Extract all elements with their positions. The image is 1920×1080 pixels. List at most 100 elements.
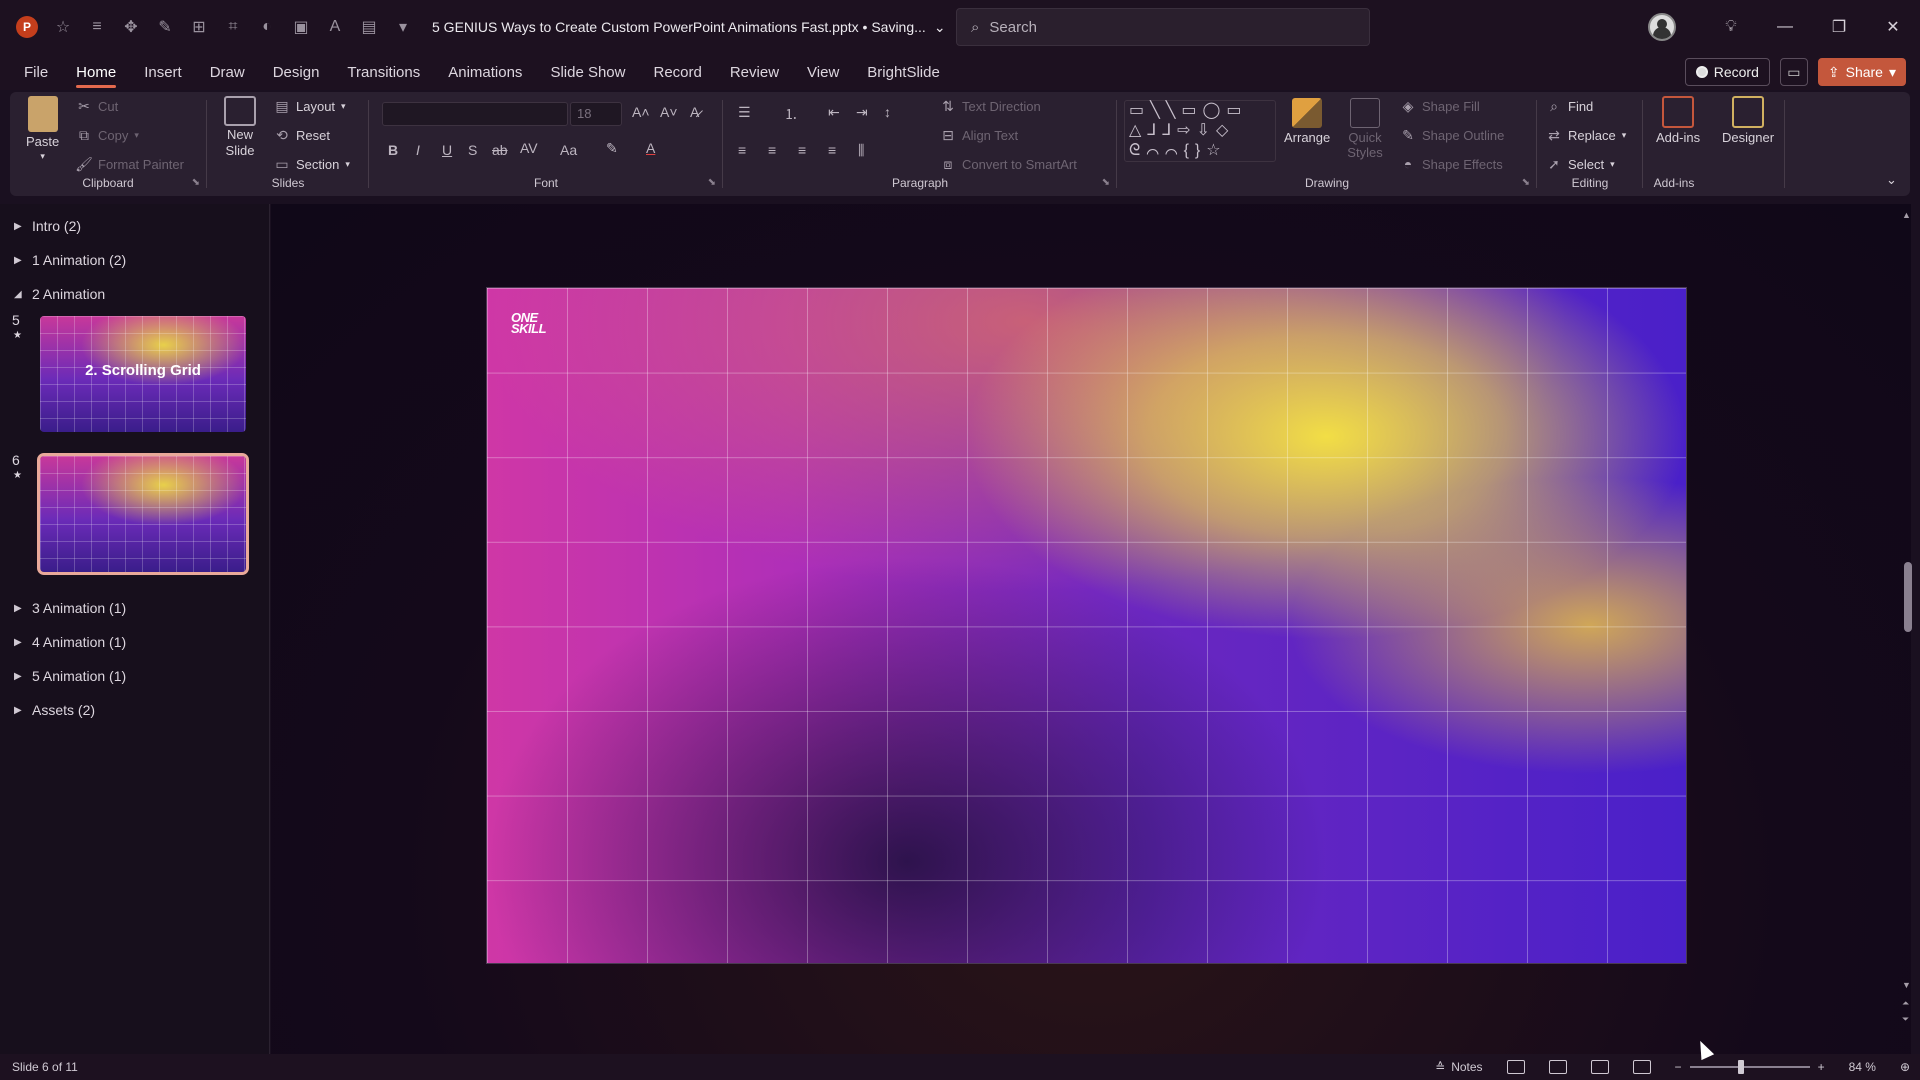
restore-button[interactable]: ❐	[1812, 0, 1866, 54]
scroll-up-icon[interactable]: ▲	[1902, 210, 1911, 220]
shapes-icon[interactable]: ◐	[256, 16, 278, 38]
shapes-gallery[interactable]: ▭╲╲▭◯▭ △⅃⅃⇨⇩◇ ᘓ⌒⌒{}☆	[1124, 100, 1276, 162]
dialog-launcher-icon[interactable]: ⬊	[1522, 177, 1530, 188]
italic-icon[interactable]: I	[416, 142, 420, 158]
section-animation-1[interactable]: ▶ 1 Animation (2)	[14, 252, 126, 268]
copy-button[interactable]: ⧉ Copy ▾	[76, 127, 139, 143]
notes-button[interactable]: ≙ Notes	[1435, 1060, 1482, 1074]
shape-outline-button[interactable]: ✎ Shape Outline	[1400, 127, 1504, 143]
list-icon[interactable]: ≡	[86, 16, 108, 38]
slideshow-icon[interactable]	[1632, 1060, 1651, 1074]
increase-indent-icon[interactable]: ⇥	[856, 104, 868, 121]
close-button[interactable]: ✕	[1866, 0, 1920, 54]
format-painter-button[interactable]: 🖌︎ Format Painter	[75, 156, 184, 172]
layout-button[interactable]: ▤ Layout ▾	[274, 98, 345, 114]
normal-view-icon[interactable]	[1506, 1060, 1525, 1074]
dialog-launcher-icon[interactable]: ⬊	[192, 177, 200, 188]
paste-button[interactable]: Paste ▾	[26, 96, 59, 162]
zoom-slider[interactable]: − +	[1675, 1060, 1825, 1074]
document-title[interactable]: 5 GENIUS Ways to Create Custom PowerPoin…	[432, 19, 946, 36]
cut-button[interactable]: ✂ Cut	[76, 98, 118, 114]
underline-icon[interactable]: U	[442, 142, 452, 158]
replace-button[interactable]: ⇄ Replace ▾	[1546, 127, 1626, 143]
tab-record[interactable]: Record	[639, 54, 715, 90]
tab-insert[interactable]: Insert	[130, 54, 196, 90]
reset-button[interactable]: ⟲ Reset	[274, 127, 330, 143]
zoom-knob[interactable]	[1737, 1060, 1744, 1074]
new-slide-button[interactable]: New Slide	[218, 96, 262, 159]
present-icon[interactable]: ▤	[358, 16, 380, 38]
character-spacing-icon[interactable]: AV	[520, 140, 538, 156]
scrollbar-thumb[interactable]	[1904, 562, 1912, 632]
slide-sorter-icon[interactable]	[1548, 1060, 1567, 1074]
dialog-launcher-icon[interactable]: ⬊	[1102, 177, 1110, 188]
change-case-icon[interactable]: Aa	[560, 142, 577, 158]
font-size-input[interactable]: 18	[570, 102, 622, 126]
zoom-track[interactable]	[1689, 1060, 1810, 1074]
previous-slide-icon[interactable]: ⏶	[1902, 998, 1909, 1009]
autosave-icon[interactable]: ☆	[52, 16, 74, 38]
find-button[interactable]: ⌕ Find	[1546, 98, 1593, 114]
tab-review[interactable]: Review	[716, 54, 793, 90]
addins-button[interactable]: Add-ins	[1656, 96, 1700, 145]
tab-slide-show[interactable]: Slide Show	[536, 54, 639, 90]
section-button[interactable]: ▭ Section ▾	[274, 156, 350, 172]
zoom-out-icon[interactable]: −	[1675, 1060, 1682, 1074]
clear-formatting-icon[interactable]: A̷	[690, 104, 699, 120]
crop-icon[interactable]: ⌗	[222, 16, 244, 38]
highlight-icon[interactable]: ✎	[606, 140, 618, 157]
reading-view-icon[interactable]	[1590, 1060, 1609, 1074]
increase-font-icon[interactable]: A˄	[632, 104, 650, 120]
font-color-icon[interactable]: A	[646, 140, 655, 156]
section-animation-5[interactable]: ▶ 5 Animation (1)	[14, 668, 126, 684]
numbering-icon[interactable]: ⒈	[784, 104, 798, 124]
strikethrough-icon[interactable]: ab	[492, 142, 508, 158]
fit-to-window-icon[interactable]: ⊕	[1900, 1060, 1910, 1074]
quick-styles-button[interactable]: Quick Styles	[1340, 98, 1390, 160]
section-animation-3[interactable]: ▶ 3 Animation (1)	[14, 600, 126, 616]
columns-icon[interactable]: ⫼	[858, 142, 864, 159]
font-name-input[interactable]	[382, 102, 568, 126]
align-right-icon[interactable]: ≡	[798, 142, 806, 158]
minimize-button[interactable]: —	[1758, 0, 1812, 54]
justify-icon[interactable]: ≡	[828, 142, 836, 158]
picture-icon[interactable]: ▣	[290, 16, 312, 38]
move-icon[interactable]: ✥	[120, 16, 142, 38]
slide-thumbnail-6[interactable]	[37, 453, 249, 575]
shape-effects-button[interactable]: ◓ Shape Effects	[1400, 156, 1503, 172]
share-button[interactable]: ⇪ Share ▾	[1817, 58, 1906, 86]
lightbulb-icon[interactable]: 💡︎	[1704, 0, 1758, 54]
text-icon[interactable]: A	[324, 16, 346, 38]
customize-qat-icon[interactable]: ▾	[392, 16, 414, 38]
tab-view[interactable]: View	[793, 54, 853, 90]
decrease-indent-icon[interactable]: ⇤	[828, 104, 840, 121]
zoom-level[interactable]: 84 %	[1849, 1060, 1876, 1074]
section-animation-2[interactable]: ◢ 2 Animation	[14, 286, 105, 302]
tab-file[interactable]: File	[10, 54, 62, 90]
scroll-down-icon[interactable]: ▼	[1902, 980, 1911, 990]
tab-brightslide[interactable]: BrightSlide	[853, 54, 954, 90]
vertical-scrollbar[interactable]: ▲ ▼ ⏶ ⏷	[1902, 210, 1914, 1030]
slide-thumbnail-5[interactable]: 2. Scrolling Grid	[40, 316, 246, 432]
align-text-button[interactable]: ⊟ Align Text	[940, 127, 1018, 143]
align-left-icon[interactable]: ≡	[738, 142, 746, 158]
convert-smartart-button[interactable]: ⧈ Convert to SmartArt	[940, 156, 1077, 172]
section-intro[interactable]: ▶ Intro (2)	[14, 218, 81, 234]
dialog-launcher-icon[interactable]: ⬊	[708, 177, 716, 188]
shape-fill-button[interactable]: ◈ Shape Fill	[1400, 98, 1480, 114]
draw-icon[interactable]: ✎	[154, 16, 176, 38]
align-icon[interactable]: ⊞	[188, 16, 210, 38]
current-slide[interactable]: ONE SKILL	[486, 287, 1687, 964]
tab-home[interactable]: Home	[62, 54, 130, 90]
comments-icon[interactable]: ▭	[1779, 58, 1808, 86]
align-center-icon[interactable]: ≡	[768, 142, 776, 158]
section-assets[interactable]: ▶ Assets (2)	[14, 702, 95, 718]
next-slide-icon[interactable]: ⏷	[1902, 1014, 1909, 1025]
text-shadow-icon[interactable]: S	[468, 142, 477, 158]
section-animation-4[interactable]: ▶ 4 Animation (1)	[14, 634, 126, 650]
avatar[interactable]	[1648, 13, 1676, 41]
search-input[interactable]: ⌕ Search	[956, 8, 1370, 46]
arrange-button[interactable]: Arrange	[1284, 98, 1330, 145]
tab-design[interactable]: Design	[259, 54, 334, 90]
bullets-icon[interactable]: ☰	[738, 104, 751, 121]
